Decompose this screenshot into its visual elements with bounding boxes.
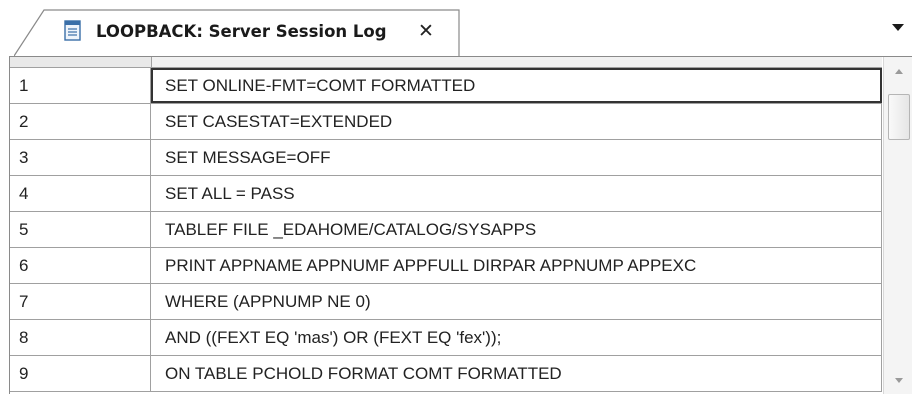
close-icon[interactable]: ✕ — [415, 20, 437, 42]
document-icon — [63, 20, 83, 42]
table-row[interactable]: 7 WHERE (APPNUMP NE 0) — [10, 284, 882, 320]
table-row[interactable]: 8 AND ((FEXT EQ 'mas') OR (FEXT EQ 'fex')… — [10, 320, 882, 356]
grid-rows: 1 SET ONLINE-FMT=COMT FORMATTED 2 SET CASES… — [10, 68, 882, 392]
row-number-cell[interactable]: 5 — [10, 212, 151, 247]
grid-header — [10, 57, 882, 68]
row-number-cell[interactable]: 4 — [10, 176, 151, 211]
row-number-cell[interactable]: 3 — [10, 140, 151, 175]
command-cell[interactable]: PRINT APPNAME APPNUMF APPFULL DIRPAR APP… — [151, 248, 882, 283]
dropdown-triangle-icon[interactable] — [889, 19, 907, 37]
scrollbar-thumb[interactable] — [888, 94, 910, 140]
tab-server-session-log[interactable]: LOOPBACK: Server Session Log ✕ — [14, 9, 460, 57]
grid-header-row-number-column — [10, 57, 152, 67]
row-number-cell[interactable]: 2 — [10, 104, 151, 139]
command-cell[interactable]: SET ONLINE-FMT=COMT FORMATTED — [151, 68, 882, 103]
table-row[interactable]: 9 ON TABLE PCHOLD FORMAT COMT FORMATTED — [10, 356, 882, 392]
table-row[interactable]: 5 TABLEF FILE _EDAHOME/CATALOG/SYSAPPS — [10, 212, 882, 248]
row-number-cell[interactable]: 8 — [10, 320, 151, 355]
row-number-cell[interactable]: 9 — [10, 356, 151, 391]
command-cell[interactable]: SET ALL = PASS — [151, 176, 882, 211]
session-log-grid: 1 SET ONLINE-FMT=COMT FORMATTED 2 SET CASES… — [9, 56, 912, 394]
tab-bar: LOOPBACK: Server Session Log ✕ — [0, 0, 912, 57]
scroll-down-arrow-icon[interactable] — [884, 367, 912, 394]
vertical-scrollbar[interactable] — [883, 57, 912, 394]
scroll-up-arrow-icon[interactable] — [884, 57, 912, 85]
command-cell[interactable]: AND ((FEXT EQ 'mas') OR (FEXT EQ 'fex'))… — [151, 320, 882, 355]
command-cell[interactable]: SET MESSAGE=OFF — [151, 140, 882, 175]
command-cell[interactable]: WHERE (APPNUMP NE 0) — [151, 284, 882, 319]
command-cell[interactable]: TABLEF FILE _EDAHOME/CATALOG/SYSAPPS — [151, 212, 882, 247]
table-row[interactable]: 6 PRINT APPNAME APPNUMF APPFULL DIRPAR AP… — [10, 248, 882, 284]
table-row[interactable]: 3 SET MESSAGE=OFF — [10, 140, 882, 176]
command-cell[interactable]: SET CASESTAT=EXTENDED — [151, 104, 882, 139]
row-number-cell[interactable]: 1 — [10, 68, 151, 103]
table-row[interactable]: 4 SET ALL = PASS — [10, 176, 882, 212]
table-row[interactable]: 2 SET CASESTAT=EXTENDED — [10, 104, 882, 140]
row-number-cell[interactable]: 7 — [10, 284, 151, 319]
command-cell[interactable]: ON TABLE PCHOLD FORMAT COMT FORMATTED — [151, 356, 882, 391]
row-number-cell[interactable]: 6 — [10, 248, 151, 283]
table-row[interactable]: 1 SET ONLINE-FMT=COMT FORMATTED — [10, 68, 882, 104]
tab-title: LOOPBACK: Server Session Log — [96, 22, 387, 41]
server-session-log-window: LOOPBACK: Server Session Log ✕ 1 SET ONLI… — [0, 0, 912, 394]
